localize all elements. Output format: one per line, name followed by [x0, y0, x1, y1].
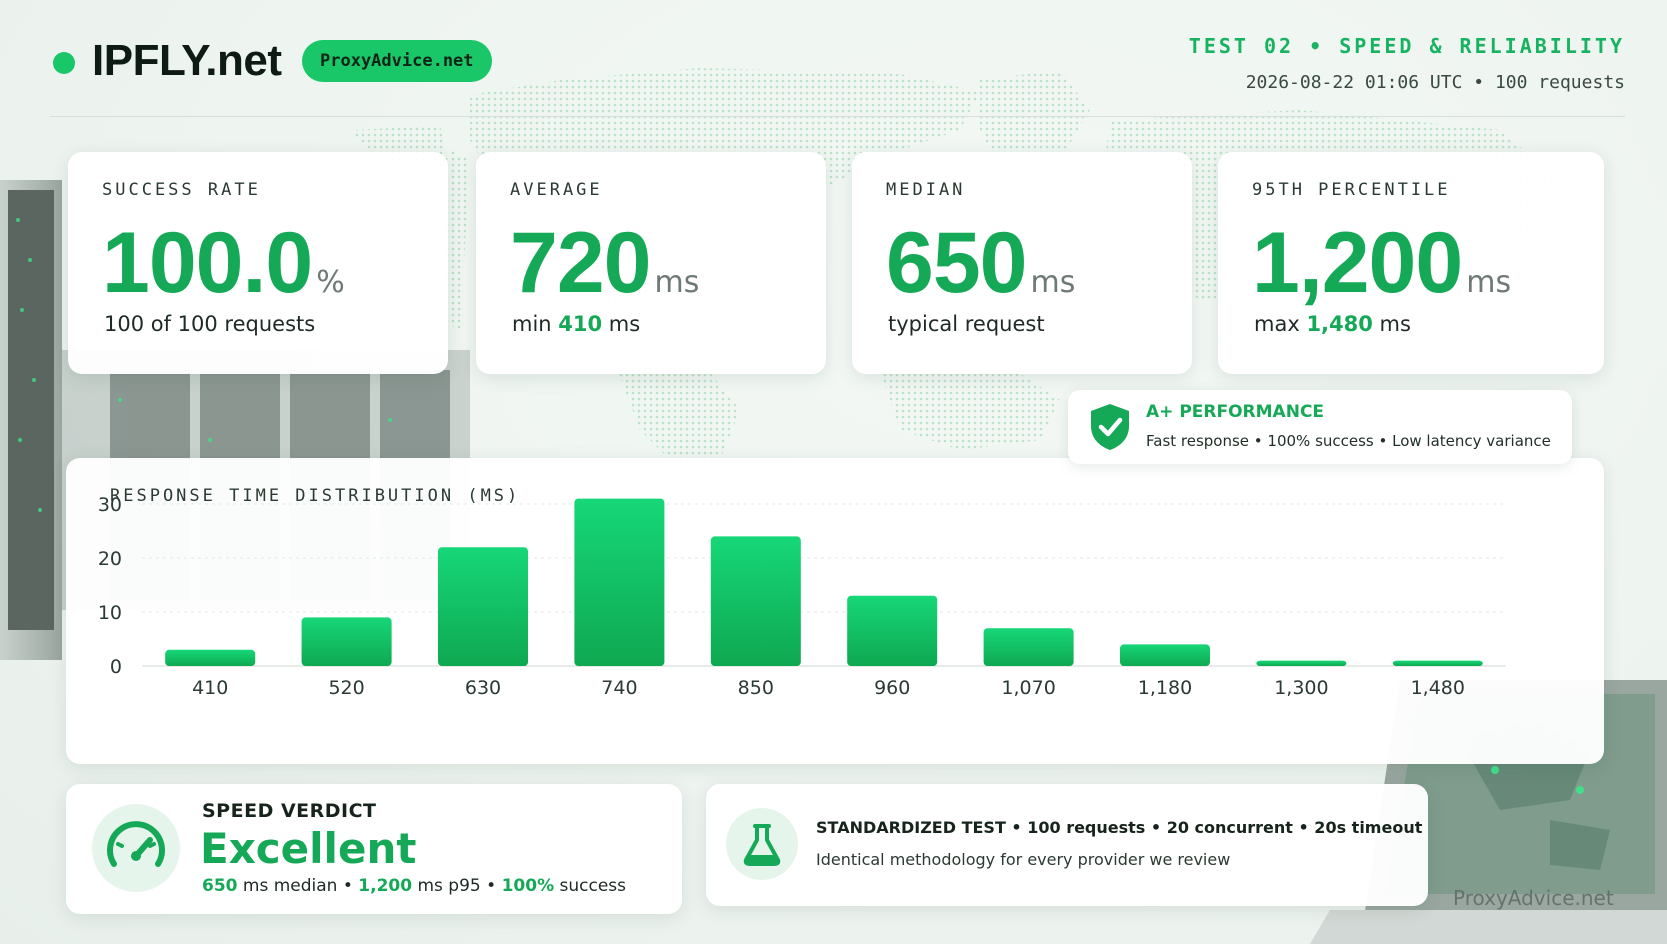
- stat-unit: ms: [1466, 265, 1512, 300]
- stat-label: MEDIAN: [886, 180, 966, 200]
- y-tick-label: 0: [110, 656, 122, 678]
- stat-number: 1,200: [1252, 215, 1463, 311]
- stat-subtext: min 410 ms: [512, 312, 641, 336]
- shield-check-icon: [1091, 404, 1129, 450]
- watermark: ProxyAdvice.net: [1453, 886, 1614, 910]
- x-tick-label: 850: [738, 677, 774, 699]
- distribution-chart-card: RESPONSE TIME DISTRIBUTION (MS) 0 10 20 30 4…: [66, 458, 1604, 764]
- verdict-summary: 650 ms median • 1,200 ms p95 • 100% succ…: [202, 876, 627, 896]
- methodology-subtext: Identical methodology for every provider…: [816, 850, 1231, 869]
- stat-unit: %: [316, 265, 345, 300]
- stat-card-success-rate: SUCCESS RATE 100.0% 100 of 100 requests: [68, 152, 448, 374]
- stat-unit: ms: [654, 265, 700, 300]
- y-tick-label: 20: [98, 548, 122, 570]
- stat-card-median: MEDIAN 650 ms typical request: [852, 152, 1192, 374]
- stat-value: 720 ms: [510, 214, 699, 313]
- stat-subtext: typical request: [888, 312, 1045, 336]
- speedometer-icon: [92, 804, 180, 892]
- header-divider: [50, 116, 1625, 117]
- x-tick-label: 960: [874, 677, 910, 699]
- verdict-label: SPEED VERDICT: [202, 800, 377, 822]
- flask-icon: [726, 808, 798, 880]
- test-label: TEST 02 • SPEED & RELIABILITY: [1188, 34, 1625, 58]
- status-dot-icon: [53, 52, 75, 74]
- performance-title: A+ PERFORMANCE: [1146, 402, 1325, 422]
- speed-verdict-card: SPEED VERDICT Excellent 650 ms median • …: [66, 784, 682, 914]
- distribution-chart: 0 10 20 30 410 520 630 740 850 960 1,070 1,180 1,300…: [98, 494, 1506, 699]
- bar-520: [301, 617, 392, 666]
- stat-value: 1,200 ms: [1252, 214, 1511, 313]
- stat-card-average: AVERAGE 720 ms min 410 ms: [476, 152, 826, 374]
- stat-label: 95TH PERCENTILE: [1252, 180, 1451, 200]
- verdict-value: Excellent: [200, 824, 417, 873]
- bar-850: [710, 536, 801, 666]
- x-tick-label: 1,300: [1274, 677, 1328, 699]
- bar-1070: [983, 628, 1074, 666]
- performance-subtext: Fast response • 100% success • Low laten…: [1146, 432, 1551, 450]
- x-tick-label: 630: [465, 677, 501, 699]
- x-tick-label: 520: [328, 677, 364, 699]
- bar-740: [574, 498, 665, 666]
- methodology-card: STANDARDIZED TEST • 100 requests • 20 co…: [706, 784, 1428, 906]
- stat-subtext: 100 of 100 requests: [104, 312, 316, 336]
- stat-number: 720: [510, 215, 651, 311]
- stat-card-p95: 95TH PERCENTILE 1,200 ms max 1,480 ms: [1218, 152, 1604, 374]
- x-tick-label: 740: [601, 677, 637, 699]
- x-tick-label: 410: [192, 677, 228, 699]
- bar-1180: [1119, 644, 1211, 666]
- stat-value: 650 ms: [886, 214, 1075, 313]
- x-tick-label: 1,070: [1001, 677, 1055, 699]
- stat-subtext: max 1,480 ms: [1254, 312, 1411, 336]
- stat-label: AVERAGE: [510, 180, 603, 200]
- stat-label: SUCCESS RATE: [102, 180, 261, 200]
- stat-number: 650: [886, 215, 1027, 311]
- bar-410: [165, 649, 256, 666]
- bar-960: [847, 595, 938, 666]
- brand-title: IPFLY.net: [92, 36, 282, 85]
- stat-number: 100.0: [102, 215, 313, 311]
- x-tick-label: 1,180: [1138, 677, 1192, 699]
- source-badge: ProxyAdvice.net: [302, 40, 492, 82]
- stat-unit: ms: [1030, 265, 1076, 300]
- bar-1300: [1256, 660, 1347, 666]
- test-meta: 2026-08-22 01:06 UTC • 100 requests: [1245, 72, 1625, 93]
- y-tick-label: 10: [98, 602, 122, 624]
- performance-badge: A+ PERFORMANCE Fast response • 100% succ…: [1068, 390, 1572, 464]
- x-tick-label: 1,480: [1411, 677, 1465, 699]
- bar-1480: [1392, 660, 1483, 666]
- y-tick-label: 30: [98, 494, 122, 516]
- bar-630: [437, 547, 529, 666]
- methodology-title: STANDARDIZED TEST • 100 requests • 20 co…: [816, 818, 1423, 837]
- stat-value: 100.0%: [102, 214, 345, 313]
